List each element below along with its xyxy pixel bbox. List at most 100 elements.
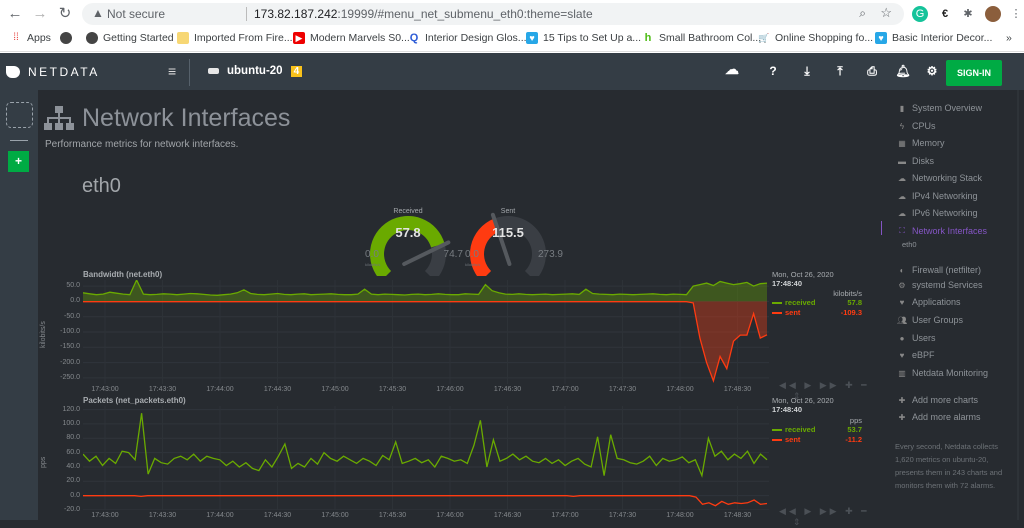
spaces-rail: +	[0, 90, 38, 520]
heartbeat-icon: ♥	[899, 297, 905, 307]
hamburger-icon[interactable]: ≡	[168, 63, 176, 79]
shield-icon: ◐	[899, 265, 905, 275]
x-tick-label: 17:48:00	[666, 386, 694, 393]
sidebar-item-networking-stack[interactable]: ☁ Networking Stack	[897, 173, 982, 183]
chart-icon: ▥	[898, 368, 906, 378]
netdata-logo[interactable]: NETDATA	[6, 65, 100, 79]
zoom-icon[interactable]: ⌕	[859, 6, 866, 21]
address-bar[interactable]: ▲ Not secure 173.82.187.242:19999/#menu_…	[82, 3, 904, 25]
gear-icon[interactable]: ⚙	[924, 64, 940, 78]
section-description: Performance metrics for network interfac…	[45, 139, 239, 150]
cloud-icon: ☁	[898, 173, 906, 183]
sidebar-item-label: Netdata Monitoring	[912, 368, 989, 378]
legend-sent[interactable]: sent -109.3	[772, 308, 862, 317]
sidebar-item-ipv4-networking[interactable]: ☁ IPv4 Networking	[897, 191, 978, 201]
packets-plot[interactable]	[83, 406, 769, 510]
sidebar-item-ipv6-networking[interactable]: ☁ IPv6 Networking	[897, 208, 978, 218]
upload-icon[interactable]: ⤒	[832, 64, 848, 79]
legend-time: 17:48:40	[772, 279, 803, 288]
gauge-value: 57.8	[395, 225, 421, 240]
y-tick-label: 120.0	[62, 405, 80, 413]
series-area-sent	[83, 301, 767, 381]
bookmark-apps[interactable]: ⁞⁞ Apps	[10, 32, 51, 44]
star-icon[interactable]: ☆	[880, 5, 892, 21]
sidebar-item-label: Disks	[912, 156, 934, 166]
sidebar-scrollbar[interactable]	[1017, 90, 1019, 520]
back-icon[interactable]: ←	[6, 5, 24, 23]
gauge-max: 74.7	[443, 249, 463, 260]
legend-received[interactable]: received 53.7	[772, 425, 862, 434]
resize-handle-icon[interactable]: ⇕	[793, 517, 804, 527]
host-selector[interactable]: ubuntu-20 4	[208, 65, 303, 77]
sidebar-item-ebpf[interactable]: ♥ eBPF	[897, 350, 935, 360]
cloud-sync-icon[interactable]: ☁	[724, 61, 740, 78]
sidebar-item-systemd-services[interactable]: ⚙ systemd Services	[897, 280, 982, 290]
bookmark-interior-design[interactable]: Q Interior Design Glos...	[408, 32, 527, 44]
brand-name: NETDATA	[28, 65, 100, 79]
sidebar-item-netdata-monitoring[interactable]: ▥ Netdata Monitoring	[897, 368, 988, 378]
bookmark-online-shopping[interactable]: 🛒 Online Shopping fo...	[758, 32, 873, 44]
sidebar-item-applications[interactable]: ♥ Applications	[897, 297, 961, 307]
bookmark-imported[interactable]: Imported From Fire...	[177, 32, 293, 44]
add-alarms-link[interactable]: ✚ Add more alarms	[897, 412, 981, 422]
bookmark-15-tips[interactable]: ♥ 15 Tips to Set Up a...	[526, 32, 641, 44]
link-label: Add more alarms	[912, 412, 981, 422]
bandwidth-chart[interactable]: Bandwidth (net.eth0) kilobits/s 50.0 0.0 -…	[38, 270, 880, 401]
packets-chart[interactable]: Packets (net_packets.eth0) pps 120.0 100.…	[38, 396, 880, 527]
grammarly-icon[interactable]: G	[912, 6, 928, 22]
bookmark-small-bathroom[interactable]: h Small Bathroom Col...	[642, 32, 762, 44]
security-label[interactable]: Not secure	[107, 7, 165, 21]
subsection-title: eth0	[82, 175, 121, 197]
bell-icon[interactable]: 🔔︎	[895, 64, 911, 78]
sidebar-item-label: CPUs	[912, 121, 936, 131]
x-tick-label: 17:43:00	[91, 512, 119, 519]
divider	[246, 7, 247, 21]
sitemap-icon	[44, 105, 74, 130]
bookmark-modern-marvels[interactable]: ▶ Modern Marvels S0...	[293, 32, 410, 44]
print-icon[interactable]: ⎙	[864, 64, 880, 79]
url-text[interactable]: 173.82.187.242:19999/#menu_net_submenu_e…	[254, 7, 593, 21]
reload-icon[interactable]: ↻	[56, 5, 74, 23]
sidebar-item-firewall-netfilter[interactable]: ◐ Firewall (netfilter)	[897, 265, 981, 275]
sign-in-button[interactable]: SIGN-IN	[946, 60, 1002, 86]
sidebar-item-system-overview[interactable]: ▮ System Overview	[897, 103, 982, 113]
legend-name: sent	[785, 435, 801, 444]
puzzle-icon[interactable]: ✱	[960, 6, 976, 22]
sidebar-item-user-groups[interactable]: 👥︎ User Groups	[897, 315, 963, 325]
bookmark-label: Online Shopping fo...	[775, 32, 874, 44]
y-tick-label: -100.0	[60, 328, 80, 335]
forward-icon[interactable]: →	[31, 5, 49, 23]
help-icon[interactable]: ?	[765, 64, 781, 78]
sidebar-item-cpus[interactable]: ϟ CPUs	[897, 121, 936, 131]
bookmark-basic-interior[interactable]: ♥ Basic Interior Decor...	[875, 32, 992, 44]
chart-controls[interactable]: ◀◀ ▶ ▶▶ ✚ ━ ⇕	[779, 506, 880, 528]
extension-icon[interactable]: €	[937, 6, 953, 22]
space-button[interactable]	[6, 102, 33, 128]
sidebar-subitem-eth0[interactable]: eth0	[902, 240, 917, 249]
x-tick-label: 17:43:00	[91, 386, 119, 393]
more-bookmarks[interactable]: »	[1006, 32, 1012, 44]
add-charts-link[interactable]: ✚ Add more charts	[897, 395, 978, 405]
alarm-badge[interactable]: 4	[290, 65, 303, 77]
bookmark-label: Getting Started	[103, 32, 174, 44]
download-icon[interactable]: ⤓	[799, 64, 815, 79]
legend-sent[interactable]: sent -11.2	[772, 435, 862, 444]
x-tick-label: 17:47:30	[608, 386, 637, 393]
cloud-icon: ☁	[898, 208, 906, 218]
avatar[interactable]	[985, 6, 1001, 22]
bookmark-globe[interactable]	[60, 32, 72, 44]
legend-received[interactable]: received 57.8	[772, 298, 862, 307]
sidebar-item-disks[interactable]: ▬ Disks	[897, 156, 934, 166]
sidebar-item-users[interactable]: ● Users	[897, 333, 936, 343]
gauge-label: Sent	[500, 208, 516, 215]
menu-icon[interactable]: ⋮	[1008, 6, 1024, 22]
bandwidth-plot[interactable]	[83, 280, 769, 384]
bookmark-getting-started[interactable]: Getting Started	[86, 32, 174, 44]
bolt-icon: ϟ	[899, 121, 905, 131]
sidebar-item-memory[interactable]: ▦ Memory	[897, 138, 944, 148]
sidebar-item-network-interfaces[interactable]: ⛶ Network Interfaces	[897, 226, 987, 236]
add-space-button[interactable]: +	[8, 151, 29, 172]
cloud-icon: ☁	[898, 191, 906, 201]
y-tick-label: 0.0	[70, 297, 80, 305]
legend-date: Mon, Oct 26, 2020	[772, 396, 834, 405]
